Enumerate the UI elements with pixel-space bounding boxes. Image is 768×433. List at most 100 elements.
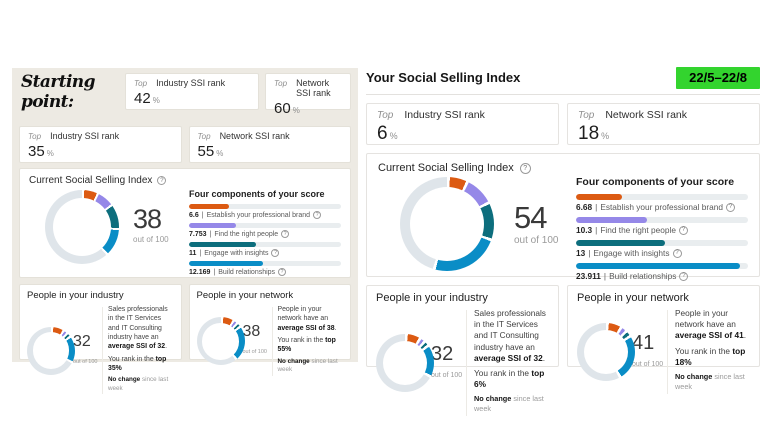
people-donut	[376, 334, 434, 392]
component-row: 23.911 | Build relationships	[576, 263, 748, 281]
network-rank-card-initial: Top Network SSI rank 60%	[265, 73, 351, 117]
help-icon[interactable]	[679, 271, 689, 281]
component-row: 10.3 | Find the right people	[576, 217, 748, 235]
rank-text: You rank in the	[108, 355, 156, 363]
component-value: 13	[576, 248, 586, 258]
component-bar	[189, 242, 256, 247]
rank-number: 42	[134, 90, 151, 107]
top-label: Top	[578, 110, 595, 121]
component-value: 6.6	[189, 211, 199, 219]
help-icon[interactable]	[672, 248, 682, 258]
component-bar-track	[189, 261, 341, 266]
divider	[466, 310, 467, 416]
help-icon[interactable]	[678, 225, 688, 235]
help-icon[interactable]	[313, 211, 322, 219]
component-bar	[189, 204, 230, 209]
people-cards-row: People in your industry 32 out of 100 Sa…	[366, 285, 760, 416]
change-bold: No change	[675, 371, 713, 381]
divider	[102, 307, 103, 395]
rank-cards-row: Top Industry SSI rank 35% Top Network SS…	[19, 126, 351, 163]
ssi-score: 54 out of 100	[514, 202, 558, 286]
score-components: Four components of your score 6.68 | Estab…	[576, 176, 748, 286]
change-bold: No change	[108, 376, 141, 384]
people-industry-card: People in your industry 32 out of 100 Sa…	[366, 285, 559, 416]
people-industry-card: People in your industry 32 out of 100 Sa…	[19, 284, 182, 395]
date-range-badge: 22/5–22/8	[676, 66, 760, 89]
change-bold: No change	[277, 357, 310, 365]
rank-value: 42%	[134, 90, 250, 107]
rank-text: You rank in the	[474, 367, 532, 378]
network-rank-card: Top Network SSI rank 18%	[567, 103, 760, 145]
help-icon[interactable]	[726, 202, 735, 212]
help-icon[interactable]	[157, 176, 167, 185]
people-card-title: People in your industry	[27, 290, 124, 301]
components-title: Four components of your score	[576, 176, 735, 188]
change-line: No change since last week	[278, 358, 344, 375]
rank-value: 6%	[377, 123, 548, 145]
component-row: 12.169 | Build relationships	[189, 261, 341, 276]
people-cards-row: People in your industry 32 out of 100 Sa…	[19, 284, 351, 395]
help-icon[interactable]	[519, 162, 531, 174]
component-bar	[576, 194, 622, 200]
help-icon[interactable]	[281, 230, 290, 238]
rank-value: 55%	[198, 143, 343, 160]
people-card-title: People in your industry	[376, 292, 488, 304]
ssi-donut	[45, 190, 119, 264]
component-bar-track	[576, 217, 748, 223]
divider	[271, 307, 273, 376]
component-label: Find the right people	[214, 230, 279, 238]
people-score-caption: out of 100	[431, 372, 463, 379]
help-icon[interactable]	[278, 268, 287, 276]
rank-number: 35	[28, 143, 45, 160]
component-value: 12.169	[189, 268, 211, 276]
help-icon[interactable]	[271, 249, 280, 257]
people-score-number: 32	[431, 343, 454, 365]
separator: |	[199, 249, 202, 257]
rank-value: 18%	[578, 123, 749, 145]
component-row: 7.753 | Find the right people	[189, 223, 341, 238]
change-line: No change since last week	[108, 376, 174, 393]
rank-card-title: Network SSI rank	[605, 109, 688, 121]
people-description: Sales professionals in the IT Services a…	[108, 305, 174, 396]
description-text: Sales professionals in the IT Services a…	[108, 306, 168, 341]
percent-sign: %	[46, 149, 54, 158]
people-score-number: 41	[632, 331, 655, 354]
top-label: Top	[197, 132, 211, 141]
component-bar-track	[576, 240, 748, 246]
people-card-title: People in your network	[577, 292, 689, 304]
component-row: 11 | Engage with insights	[189, 242, 341, 257]
people-description: People in your network have an average S…	[278, 305, 344, 378]
description-text: .	[542, 352, 546, 363]
change-line: No change since last week	[675, 372, 750, 392]
top-label: Top	[377, 110, 394, 121]
report-title: Your Social Selling Index	[366, 70, 521, 85]
rank-line: You rank in the top 6%	[474, 368, 549, 390]
components-title: Four components of your score	[189, 189, 325, 199]
component-value: 6.68	[576, 202, 593, 212]
description-line: People in your network have an average S…	[278, 305, 344, 333]
component-label: Engage with insights	[593, 248, 670, 258]
component-bar-track	[576, 263, 748, 269]
component-label: Engage with insights	[204, 249, 269, 257]
component-label: Establish your professional brand	[206, 211, 311, 219]
people-score-number: 32	[73, 332, 91, 350]
description-bold: average SSI of 41	[675, 330, 744, 341]
separator: |	[595, 202, 598, 212]
percent-sign: %	[152, 96, 160, 105]
people-score-caption: out of 100	[632, 360, 664, 368]
description-line: Sales professionals in the IT Services a…	[108, 305, 174, 352]
ssi-report-panel: Your Social Selling Index 22/5–22/8 Top …	[366, 66, 760, 416]
component-bar	[576, 217, 647, 223]
people-description: Sales professionals in the IT Services a…	[474, 308, 549, 418]
separator: |	[213, 268, 216, 276]
percent-sign: %	[292, 106, 300, 115]
people-score-caption: out of 100	[73, 358, 98, 365]
industry-rank-card-initial: Top Industry SSI rank 42%	[125, 73, 259, 110]
component-value: 11	[189, 249, 197, 257]
starting-point-heading: Starting point:	[21, 71, 95, 112]
component-label: Find the right people	[600, 225, 676, 235]
rank-number: 60	[274, 100, 291, 117]
people-card-title: People in your network	[196, 290, 294, 301]
current-ssi-card: Current Social Selling Index 54 out of 1…	[366, 153, 760, 281]
rank-number: 6	[377, 123, 388, 144]
